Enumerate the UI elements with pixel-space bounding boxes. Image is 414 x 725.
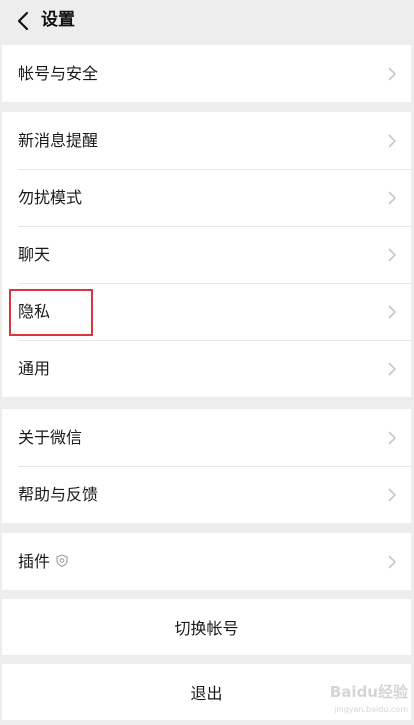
settings-item-label: 插件 (18, 552, 68, 572)
settings-item-general[interactable]: 通用 (2, 340, 411, 397)
chevron-right-icon (388, 361, 397, 376)
settings-item-label: 关于微信 (18, 427, 83, 447)
settings-item-label: 勿扰模式 (18, 187, 83, 207)
settings-item-plugins[interactable]: 插件 (2, 533, 411, 590)
settings-item-label: 聊天 (18, 244, 51, 264)
settings-item-about-wechat[interactable]: 关于微信 (2, 409, 411, 466)
settings-item-label: 隐私 (18, 301, 51, 321)
chevron-right-icon (388, 247, 397, 262)
back-button[interactable] (8, 6, 38, 36)
chevron-right-icon (388, 430, 397, 445)
plugins-label: 插件 (18, 551, 51, 571)
nav-bar: 设置 (0, 0, 414, 42)
page-title: 设置 (41, 10, 75, 30)
settings-item-label: 通用 (18, 358, 51, 378)
settings-item-help-feedback[interactable]: 帮助与反馈 (2, 466, 411, 523)
settings-item-new-message-alerts[interactable]: 新消息提醒 (2, 112, 411, 169)
shield-icon (56, 554, 68, 567)
settings-group-general: 新消息提醒 勿扰模式 聊天 隐私 通用 (2, 112, 411, 397)
watermark-text: Baidu经验 (329, 683, 408, 701)
settings-item-privacy[interactable]: 隐私 (2, 283, 411, 340)
chevron-right-icon (388, 190, 397, 205)
settings-item-account-security[interactable]: 帐号与安全 (2, 45, 411, 102)
settings-group-plugins: 插件 (2, 533, 411, 590)
settings-item-label: 帐号与安全 (18, 63, 99, 83)
chevron-right-icon (388, 304, 397, 319)
settings-group-account: 帐号与安全 (2, 45, 411, 102)
chevron-right-icon (388, 66, 397, 81)
chevron-right-icon (388, 554, 397, 569)
settings-item-do-not-disturb[interactable]: 勿扰模式 (2, 169, 411, 226)
settings-item-label: 帮助与反馈 (18, 484, 99, 504)
watermark-subtext: jingyan.baidu.com (334, 705, 408, 714)
baidu-jingyan-watermark: Baidu经验 jingyan.baidu.com (322, 679, 408, 719)
switch-account-button[interactable]: 切换帐号 (2, 599, 411, 655)
chevron-right-icon (388, 487, 397, 502)
chevron-left-icon (17, 11, 29, 31)
chevron-right-icon (388, 133, 397, 148)
settings-item-label: 新消息提醒 (18, 130, 99, 150)
settings-item-chats[interactable]: 聊天 (2, 226, 411, 283)
settings-group-about: 关于微信 帮助与反馈 (2, 409, 411, 523)
